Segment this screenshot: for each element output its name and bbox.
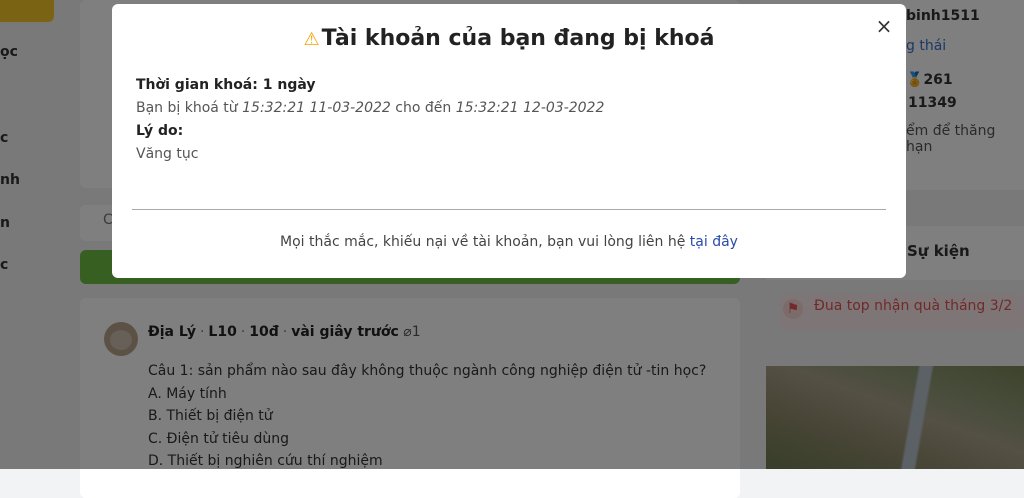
contact-link[interactable]: tại đây [690, 234, 738, 250]
warning-icon: ⚠ [303, 29, 320, 50]
lock-duration: Thời gian khoá: 1 ngày [136, 77, 316, 93]
modal-title: ⚠Tài khoản của bạn đang bị khoá [303, 26, 715, 51]
lock-range: Bạn bị khoá từ 15:32:21 11-03-2022 cho đ… [136, 100, 605, 116]
reason-label: Lý do: [136, 123, 184, 139]
lock-to: 15:32:21 12-03-2022 [455, 100, 605, 116]
close-button[interactable]: × [874, 16, 894, 36]
reason-text: Văng tục [136, 146, 199, 162]
lock-from: 15:32:21 11-03-2022 [242, 100, 391, 116]
divider [132, 209, 886, 210]
contact-note: Mọi thắc mắc, khiếu nại về tài khoản, bạ… [280, 234, 738, 250]
account-locked-modal: ⚠Tài khoản của bạn đang bị khoá × Thời g… [112, 4, 906, 278]
